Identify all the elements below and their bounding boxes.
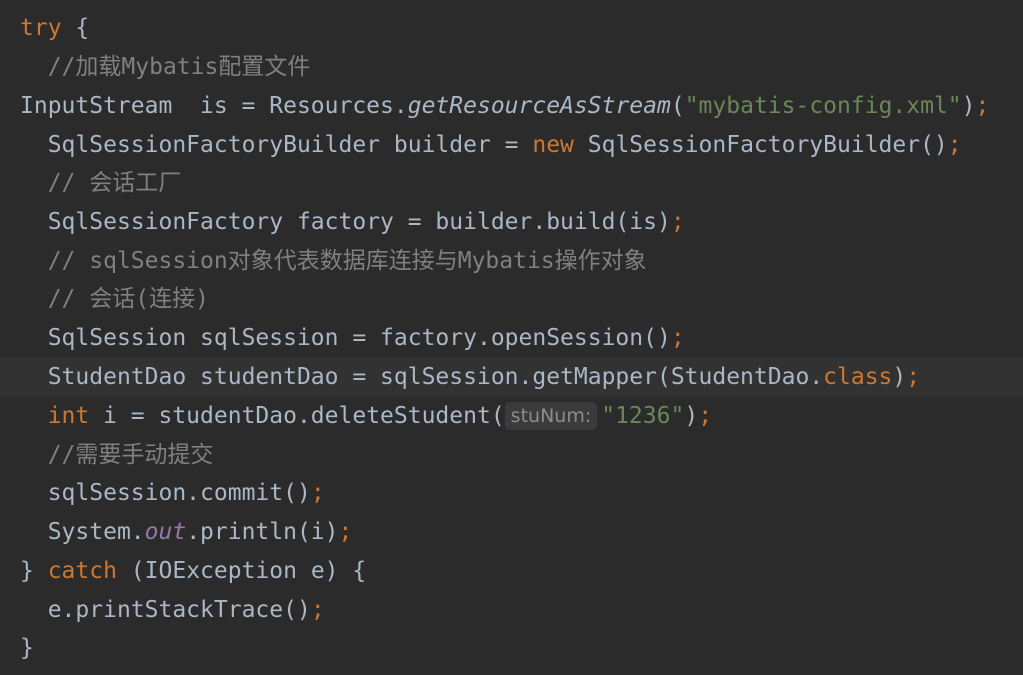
code-token: ; [670, 325, 685, 351]
code-line[interactable]: InputStream is = Resources.getResourceAs… [0, 87, 1023, 125]
code-line[interactable]: try { [0, 9, 1023, 47]
code-token: { [61, 15, 90, 41]
code-token: ; [310, 480, 325, 506]
code-token: sqlSession.commit() [47, 480, 311, 506]
code-token: StudentDao studentDao = sqlSession.getMa… [47, 364, 824, 390]
code-token: "1236" [601, 403, 685, 429]
code-token: InputStream is = Resources. [20, 93, 408, 119]
code-token: ) [892, 364, 907, 390]
code-token: SqlSession sqlSession = factory.openSess… [47, 325, 671, 351]
code-token: SqlSessionFactory factory = builder.buil… [47, 209, 671, 235]
code-token: ; [310, 597, 325, 623]
code-token: ; [975, 93, 990, 119]
code-line[interactable]: e.printStackTrace(); [0, 591, 1023, 629]
code-line-current[interactable]: StudentDao studentDao = sqlSession.getMa… [0, 358, 1023, 396]
code-token: ; [698, 403, 713, 429]
code-line[interactable]: // 会话工厂 [0, 164, 1023, 202]
code-token: ; [906, 364, 921, 390]
code-comment: // sqlSession对象代表数据库连接与Mybatis操作对象 [47, 248, 647, 274]
code-token: catch [47, 558, 117, 584]
code-token: out [144, 519, 187, 545]
code-line[interactable]: // 会话(连接) [0, 280, 1023, 318]
code-token: ; [947, 132, 962, 158]
code-token: "mybatis-config.xml" [684, 93, 962, 119]
code-line[interactable]: SqlSessionFactory factory = builder.buil… [0, 203, 1023, 241]
code-token: i = studentDao.deleteStudent( [89, 403, 505, 429]
code-token: } [20, 635, 34, 661]
code-token: SqlSessionFactoryBuilder() [573, 132, 948, 158]
code-line[interactable]: sqlSession.commit(); [0, 474, 1023, 512]
code-token: try [20, 15, 62, 41]
code-line[interactable]: //加载Mybatis配置文件 [0, 48, 1023, 86]
code-comment: //需要手动提交 [47, 442, 214, 468]
parameter-name-hint: stuNum: [504, 402, 598, 430]
code-line[interactable]: SqlSessionFactoryBuilder builder = new S… [0, 126, 1023, 164]
code-token: int [47, 403, 90, 429]
code-token: class [823, 364, 893, 390]
code-token: getResourceAsStream [407, 93, 671, 119]
code-token: ) [961, 93, 976, 119]
code-token: new [532, 132, 574, 158]
code-comment: // 会话(连接) [47, 286, 209, 312]
code-line[interactable]: System.out.println(i); [0, 513, 1023, 551]
code-comment: //加载Mybatis配置文件 [47, 54, 311, 80]
code-token: System. [47, 519, 145, 545]
code-line[interactable]: // sqlSession对象代表数据库连接与Mybatis操作对象 [0, 242, 1023, 280]
code-token: ; [670, 209, 685, 235]
code-token: ) [684, 403, 699, 429]
code-token: SqlSessionFactoryBuilder builder = [47, 132, 533, 158]
code-token: } [20, 558, 48, 584]
code-line[interactable]: SqlSession sqlSession = factory.openSess… [0, 319, 1023, 357]
code-token: ; [338, 519, 353, 545]
code-line[interactable]: } catch (IOException e) { [0, 552, 1023, 590]
code-line[interactable]: //需要手动提交 [0, 436, 1023, 474]
code-line[interactable]: } [0, 629, 1023, 667]
code-token: (IOException e) { [116, 558, 367, 584]
code-line[interactable]: int i = studentDao.deleteStudent(stuNum:… [0, 397, 1023, 435]
code-comment: // 会话工厂 [47, 170, 182, 196]
code-token: e.printStackTrace() [47, 597, 311, 623]
code-token: .println(i) [186, 519, 339, 545]
code-editor[interactable]: try { //加载Mybatis配置文件 InputStream is = Re… [0, 0, 1023, 675]
code-token: ( [670, 93, 685, 119]
